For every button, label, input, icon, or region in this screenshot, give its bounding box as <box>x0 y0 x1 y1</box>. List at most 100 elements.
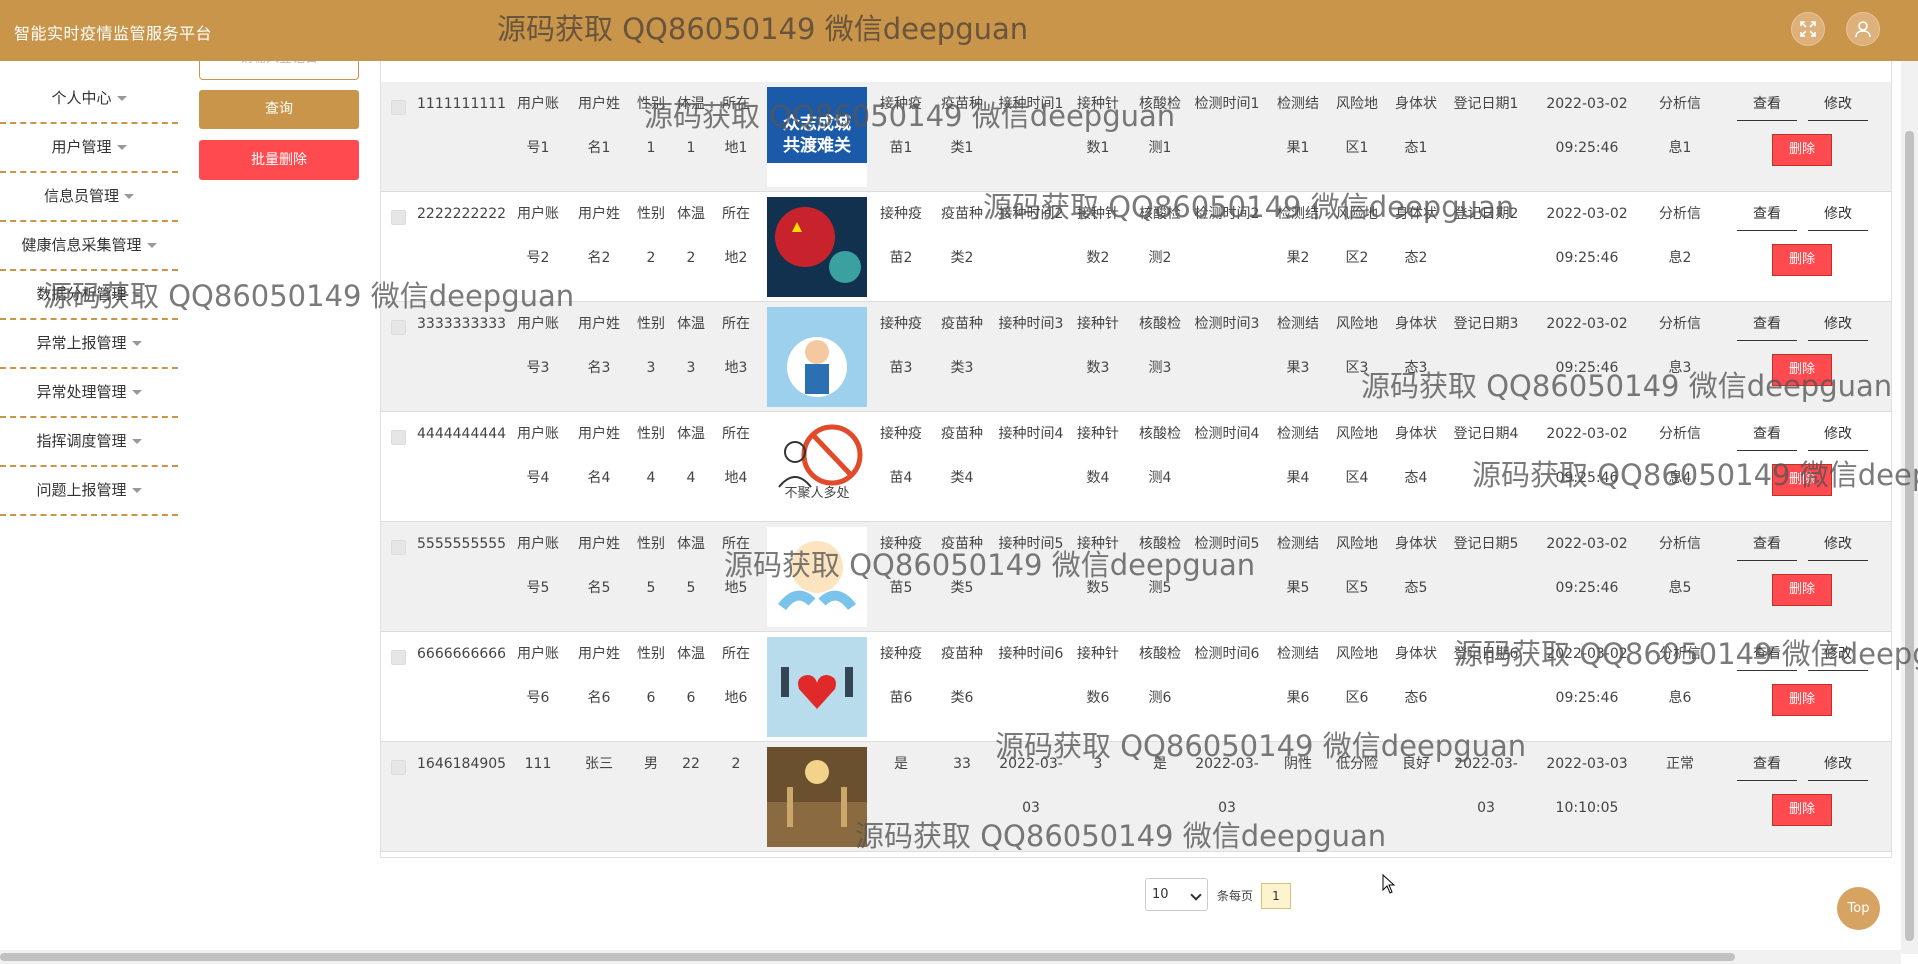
caret-down-icon <box>131 390 142 395</box>
sidebar-item-personal-center[interactable]: 个人中心 <box>0 75 178 124</box>
delete-button[interactable]: 删除 <box>1772 354 1832 386</box>
table-cell: 风险地 <box>1336 96 1378 112</box>
delete-button[interactable]: 删除 <box>1772 134 1832 166</box>
sidebar-item-data-analysis[interactable]: 数据分析管理 <box>0 271 178 320</box>
delete-button[interactable]: 删除 <box>1772 244 1832 276</box>
row-checkbox[interactable] <box>391 320 406 335</box>
batch-delete-button[interactable]: 批量删除 <box>199 140 359 180</box>
horizontal-scrollbar[interactable] <box>0 950 1901 964</box>
table-cell: 用户姓 <box>578 206 620 222</box>
row-checkbox[interactable] <box>391 760 406 775</box>
table-cell: 2022-03-02 <box>1546 206 1628 222</box>
table-cell: 用户账 <box>517 206 559 222</box>
query-button[interactable]: 查询 <box>199 90 359 129</box>
table-cell: 性别 <box>637 206 665 222</box>
row-checkbox[interactable] <box>391 430 406 445</box>
edit-button[interactable]: 修改 <box>1808 749 1868 781</box>
table-cell: 2022-03-02 <box>1546 316 1628 332</box>
table-cell: 男 <box>644 756 658 772</box>
edit-button[interactable]: 修改 <box>1808 199 1868 231</box>
edit-button[interactable]: 修改 <box>1808 529 1868 561</box>
table-cell: 测2 <box>1148 250 1172 266</box>
table-cell: 态1 <box>1404 140 1428 156</box>
table-cell: 检测结 <box>1277 646 1319 662</box>
table-cell: 用户账 <box>517 426 559 442</box>
view-button[interactable]: 查看 <box>1737 89 1797 121</box>
table-cell: 名4 <box>587 470 611 486</box>
table-cell: 阴性 <box>1284 756 1312 772</box>
table-cell: 3 <box>646 360 656 376</box>
table-cell: 用户账 <box>517 646 559 662</box>
row-thumbnail-image <box>767 307 867 407</box>
back-to-top-button[interactable]: Top <box>1837 887 1880 930</box>
delete-button[interactable]: 删除 <box>1772 684 1832 716</box>
row-thumbnail-image: 众志成城共渡难关 <box>767 87 867 187</box>
edit-button[interactable]: 修改 <box>1808 309 1868 341</box>
table-cell: 地4 <box>724 470 748 486</box>
row-checkbox[interactable] <box>391 540 406 555</box>
delete-button[interactable]: 删除 <box>1772 464 1832 496</box>
sidebar-item-informants[interactable]: 信息员管理 <box>0 173 178 222</box>
table-cell: 类3 <box>950 360 974 376</box>
table-cell: 用户账 <box>517 536 559 552</box>
sidebar-item-anomaly-handling[interactable]: 异常处理管理 <box>0 369 178 418</box>
page-number-button[interactable]: 1 <box>1261 883 1291 909</box>
table-cell: 低分险 <box>1336 756 1378 772</box>
view-button[interactable]: 查看 <box>1737 309 1797 341</box>
row-checkbox[interactable] <box>391 100 406 115</box>
edit-button[interactable]: 修改 <box>1808 89 1868 121</box>
view-button[interactable]: 查看 <box>1737 199 1797 231</box>
table-cell: 身体状 <box>1395 206 1437 222</box>
edit-button[interactable]: 修改 <box>1808 639 1868 671</box>
sidebar-item-issue-report[interactable]: 问题上报管理 <box>0 467 178 516</box>
table-cell: 分析信 <box>1659 316 1701 332</box>
mouse-cursor-icon <box>1382 874 1396 894</box>
table-cell: 测3 <box>1148 360 1172 376</box>
table-cell: 09:25:46 <box>1555 140 1619 156</box>
view-button[interactable]: 查看 <box>1737 639 1797 671</box>
table-cell: 号2 <box>526 250 550 266</box>
user-avatar-button[interactable] <box>1846 12 1880 46</box>
row-checkbox[interactable] <box>391 650 406 665</box>
sidebar-item-label: 异常上报管理 <box>36 334 127 352</box>
view-button[interactable]: 查看 <box>1737 529 1797 561</box>
table-cell: 检测结 <box>1277 96 1319 112</box>
table-cell: 名2 <box>587 250 611 266</box>
row-checkbox[interactable] <box>391 210 406 225</box>
delete-button[interactable]: 删除 <box>1772 794 1832 826</box>
row-id: 1646184905 <box>417 756 507 772</box>
vertical-scrollbar[interactable] <box>1901 61 1918 954</box>
delete-button[interactable]: 删除 <box>1772 574 1832 606</box>
table-cell: 测5 <box>1148 580 1172 596</box>
view-button[interactable]: 查看 <box>1737 749 1797 781</box>
table-cell: 03 <box>1022 800 1040 816</box>
table-cell: 体温 <box>677 536 705 552</box>
table-cell: 分析信 <box>1659 96 1701 112</box>
sidebar-item-anomaly-report[interactable]: 异常上报管理 <box>0 320 178 369</box>
table-cell: 用户姓 <box>578 426 620 442</box>
table-cell: 1 <box>646 140 656 156</box>
sidebar-item-users[interactable]: 用户管理 <box>0 124 178 173</box>
row-id: 1111111111 <box>417 96 507 112</box>
table-cell: 地3 <box>724 360 748 376</box>
table-cell: 核酸检 <box>1139 646 1181 662</box>
view-button[interactable]: 查看 <box>1737 419 1797 451</box>
page-size-select[interactable]: 10 <box>1145 878 1208 911</box>
row-thumbnail-image <box>767 527 867 627</box>
table-cell: 接种疫 <box>880 426 922 442</box>
scrollbar-thumb[interactable] <box>1905 131 1914 941</box>
sidebar-item-health-info[interactable]: 健康信息采集管理 <box>0 222 178 271</box>
table-cell: 登记日期6 <box>1453 646 1519 662</box>
table-cell: 身体状 <box>1395 426 1437 442</box>
table-cell: 区4 <box>1345 470 1369 486</box>
scrollbar-thumb[interactable] <box>0 953 1735 961</box>
fullscreen-button[interactable] <box>1791 12 1825 46</box>
table-cell: 性别 <box>637 316 665 332</box>
table-cell: 疫苗种 <box>941 426 983 442</box>
caret-down-icon <box>131 341 142 346</box>
table-cell: 疫苗种 <box>941 646 983 662</box>
table-cell: 用户姓 <box>578 646 620 662</box>
sidebar-item-dispatch[interactable]: 指挥调度管理 <box>0 418 178 467</box>
edit-button[interactable]: 修改 <box>1808 419 1868 451</box>
table-cell: 名1 <box>587 140 611 156</box>
